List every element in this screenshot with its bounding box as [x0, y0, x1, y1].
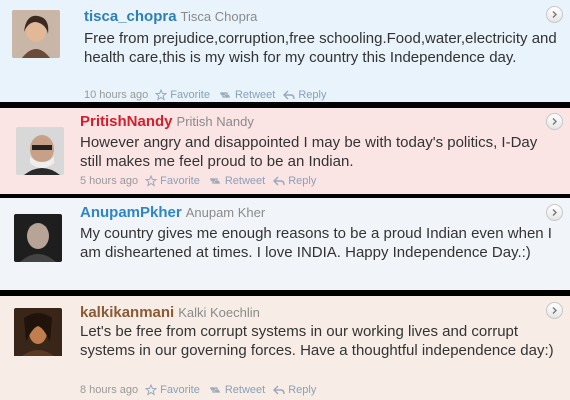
- chevron-right-icon: [552, 307, 557, 314]
- more-options-button[interactable]: [546, 302, 563, 319]
- retweet-button[interactable]: Retweet: [218, 89, 275, 101]
- reply-label: Reply: [288, 175, 317, 187]
- chevron-right-icon: [552, 118, 557, 125]
- timestamp-link[interactable]: 10 hours ago: [84, 89, 148, 101]
- retweet-label: Retweet: [224, 384, 266, 396]
- avatar[interactable]: [12, 10, 60, 58]
- full-name: Kalki Koechlin: [178, 305, 260, 320]
- star-icon: [145, 384, 158, 396]
- username-link[interactable]: kalkikanmani: [80, 304, 174, 321]
- username-link[interactable]: tisca_chopra: [84, 8, 177, 25]
- retweet-icon: [209, 178, 220, 184]
- more-options-button[interactable]: [546, 6, 563, 23]
- full-name: Pritish Nandy: [176, 114, 254, 129]
- timestamp-link[interactable]: 8 hours ago: [80, 384, 138, 396]
- avatar[interactable]: [16, 127, 64, 175]
- tweet-text: Let's be free from corrupt systems in ou…: [80, 323, 554, 359]
- reply-label: Reply: [298, 89, 327, 101]
- avatar[interactable]: [14, 308, 62, 358]
- retweet-button[interactable]: Retweet: [208, 175, 265, 187]
- username-link[interactable]: PritishNandy: [80, 113, 173, 130]
- full-name: Tisca Chopra: [180, 9, 258, 24]
- tweet-header: AnupamPkher Anupam Kher: [80, 204, 265, 222]
- retweet-label: Retweet: [234, 89, 276, 101]
- favorite-label: Favorite: [170, 89, 210, 101]
- favorite-label: Favorite: [160, 175, 200, 187]
- tweet: PritishNandy Pritish Nandy However angry …: [0, 108, 570, 194]
- reply-button[interactable]: Reply: [283, 89, 326, 101]
- chevron-right-icon: [552, 209, 557, 216]
- more-options-button[interactable]: [546, 204, 563, 221]
- tweet: kalkikanmani Kalki Koechlin Let's be free…: [0, 296, 570, 400]
- tweet-text: However angry and disappointed I may be …: [80, 134, 538, 170]
- tweet-header: tisca_chopra Tisca Chopra: [84, 8, 257, 26]
- retweet-icon: [209, 387, 220, 393]
- reply-icon: [273, 385, 285, 395]
- tweet-header: PritishNandy Pritish Nandy: [80, 113, 254, 131]
- more-options-button[interactable]: [546, 113, 563, 130]
- tweet-meta: 8 hours ago Favorite Retweet Reply: [80, 384, 324, 396]
- retweet-button[interactable]: Retweet: [208, 384, 265, 396]
- retweet-icon: [219, 92, 230, 98]
- retweet-label: Retweet: [224, 175, 266, 187]
- reply-icon: [273, 176, 285, 186]
- star-icon: [145, 175, 158, 187]
- full-name: Anupam Kher: [185, 205, 266, 220]
- tweet-text: My country gives me enough reasons to be…: [80, 225, 552, 261]
- reply-icon: [283, 90, 296, 100]
- reply-label: Reply: [288, 384, 317, 396]
- avatar[interactable]: [14, 214, 62, 262]
- tweet-text: Free from prejudice,corruption,free scho…: [84, 30, 557, 66]
- favorite-button[interactable]: Favorite: [145, 384, 200, 396]
- tweet-meta: 10 hours ago Favorite Retweet Reply: [84, 89, 334, 101]
- star-icon: [155, 89, 168, 101]
- tweet: tisca_chopra Tisca Chopra Free from preju…: [0, 0, 570, 102]
- favorite-button[interactable]: Favorite: [145, 175, 200, 187]
- username-link[interactable]: AnupamPkher: [80, 204, 182, 221]
- timestamp-link[interactable]: 5 hours ago: [80, 175, 138, 187]
- favorite-button[interactable]: Favorite: [155, 89, 210, 101]
- favorite-label: Favorite: [160, 384, 200, 396]
- tweet: AnupamPkher Anupam Kher My country gives …: [0, 198, 570, 290]
- tweet-header: kalkikanmani Kalki Koechlin: [80, 304, 260, 322]
- reply-button[interactable]: Reply: [273, 384, 316, 396]
- chevron-right-icon: [552, 11, 557, 18]
- tweet-meta: 5 hours ago Favorite Retweet Reply: [80, 175, 324, 187]
- reply-button[interactable]: Reply: [273, 175, 316, 187]
